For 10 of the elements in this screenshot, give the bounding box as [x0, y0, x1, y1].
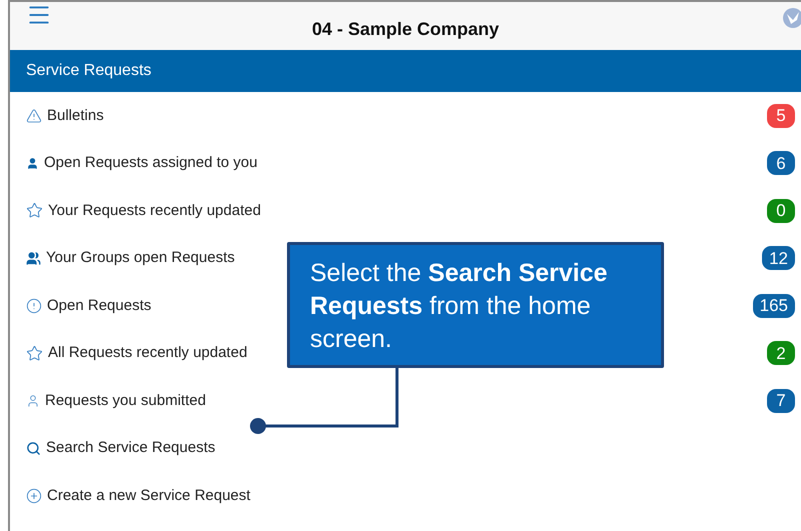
- company-title: 04 - Sample Company: [312, 18, 500, 41]
- count-badge: 6: [767, 151, 795, 176]
- count-badge: 5: [767, 104, 795, 128]
- count-badge: 7: [767, 388, 795, 413]
- count-badge: 0: [767, 198, 795, 223]
- count-badge: 12: [762, 246, 795, 270]
- callout-text: Select the Search Service Requests from the home screen.: [310, 259, 608, 353]
- count-badge: 165: [752, 294, 795, 318]
- section-title: Service Requests: [26, 61, 152, 81]
- count-badge: 2: [767, 341, 795, 366]
